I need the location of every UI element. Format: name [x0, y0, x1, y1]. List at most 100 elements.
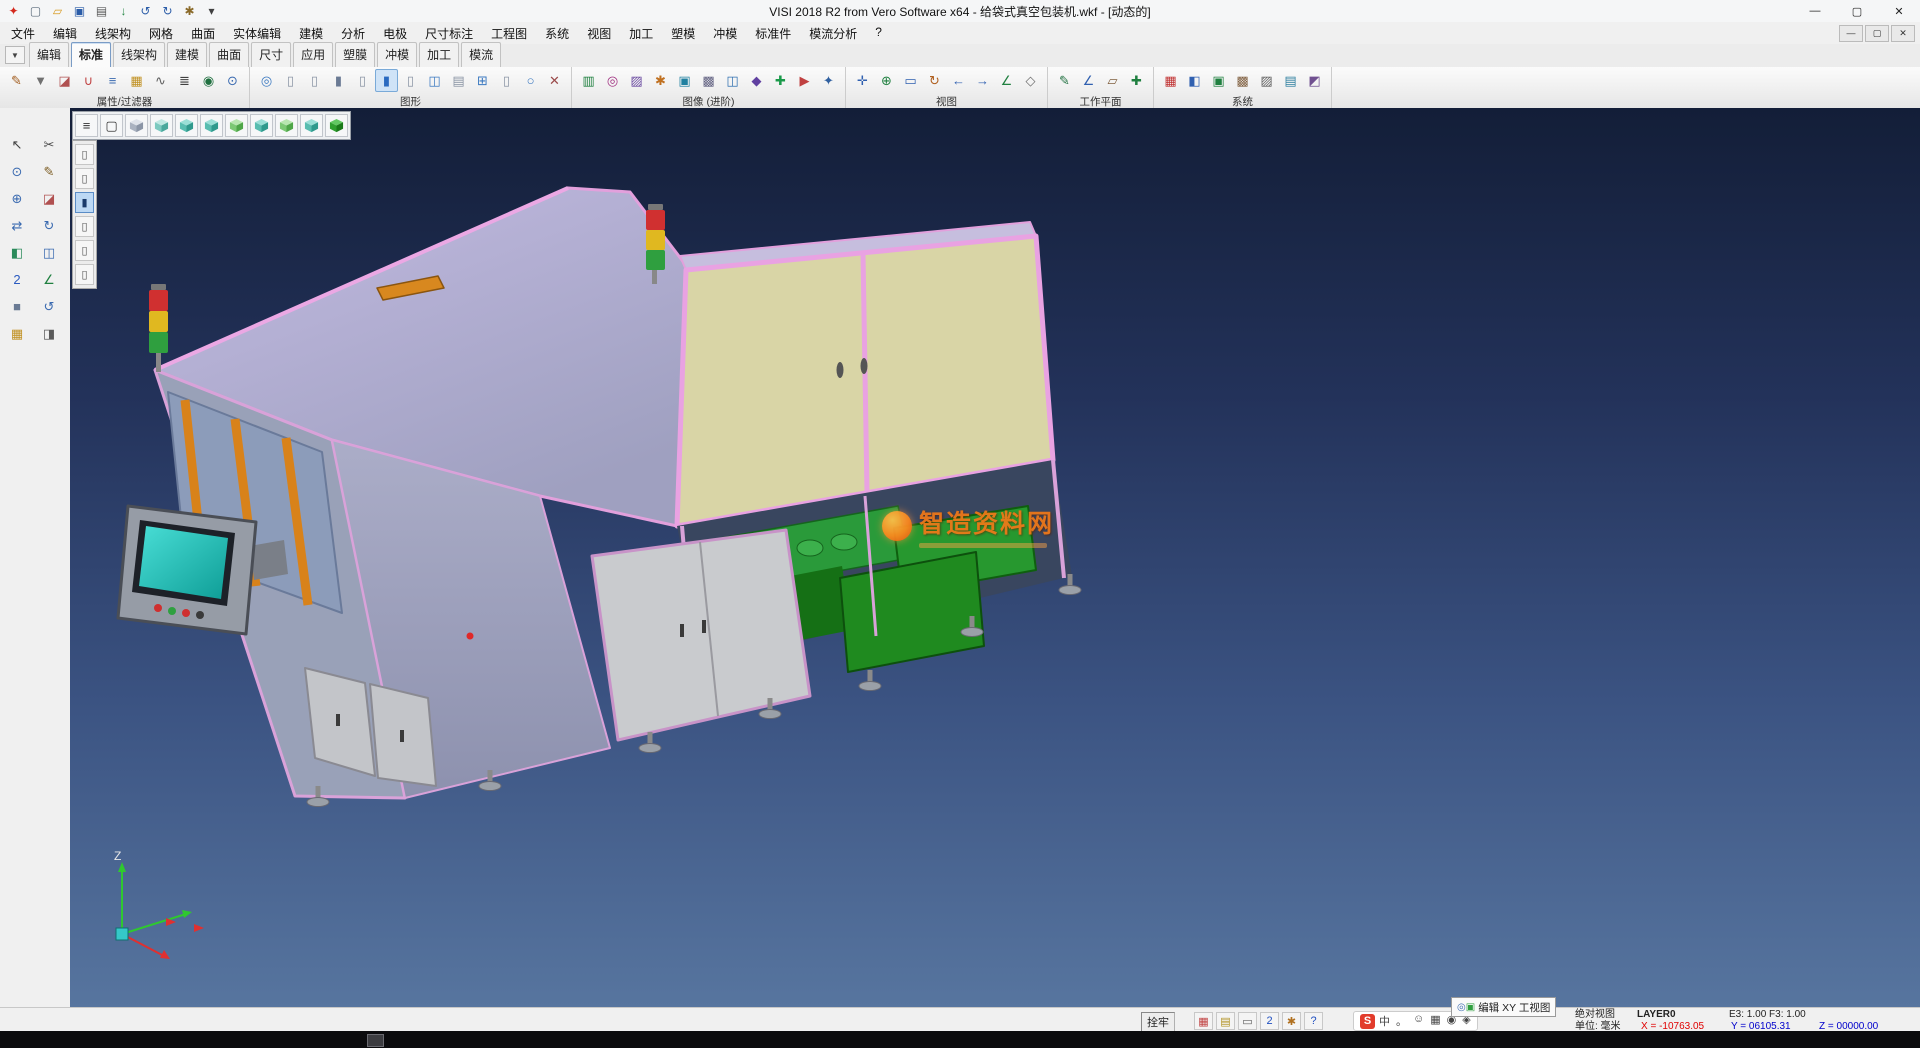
- close-button[interactable]: ✕: [1878, 0, 1920, 22]
- viewport-3d[interactable]: ≡▢ ▯▯▮▯▯▯ 智造资料网 Z: [70, 108, 1920, 1007]
- tab-塑膜[interactable]: 塑膜: [335, 42, 375, 67]
- shaded-display-icon[interactable]: ▮: [375, 69, 398, 92]
- display-mode-icon-1[interactable]: ▯: [279, 69, 302, 92]
- view-cube-iso-icon[interactable]: [150, 114, 173, 137]
- view-cube-shaded-icon[interactable]: [325, 114, 348, 137]
- menu-item-14[interactable]: 加工: [620, 22, 662, 45]
- two-point-icon[interactable]: 2: [5, 269, 29, 290]
- ime-logo[interactable]: S: [1360, 1014, 1375, 1029]
- material-icon[interactable]: ◆: [745, 69, 768, 92]
- background-icon[interactable]: ▣: [673, 69, 696, 92]
- view-cube-right-icon[interactable]: [250, 114, 273, 137]
- view-cube-bottom-icon[interactable]: [275, 114, 298, 137]
- menu-item-13[interactable]: 视图: [578, 22, 620, 45]
- tab-线架构[interactable]: 线架构: [113, 42, 165, 67]
- surface-patch-icon[interactable]: ◧: [5, 242, 29, 263]
- taskbar-item[interactable]: [367, 1034, 384, 1047]
- linetype-icon[interactable]: ∿: [149, 69, 172, 92]
- snap-lock-button[interactable]: 拴牢: [1141, 1012, 1175, 1032]
- sphere-display-icon[interactable]: ○: [519, 69, 542, 92]
- menu-item-12[interactable]: 系统: [536, 22, 578, 45]
- child-restore-button[interactable]: ▢: [1865, 25, 1889, 42]
- tab-模流[interactable]: 模流: [461, 42, 501, 67]
- rotate-icon[interactable]: ↻: [37, 215, 61, 236]
- translate-icon[interactable]: ⇄: [5, 215, 29, 236]
- system-hatch-icon[interactable]: ▩: [1231, 69, 1254, 92]
- add-image-icon[interactable]: ✚: [769, 69, 792, 92]
- more-commands-icon[interactable]: ▾: [201, 2, 222, 21]
- current-layer-label[interactable]: LAYER0: [1637, 1009, 1729, 1020]
- system-shade-icon[interactable]: ◩: [1303, 69, 1326, 92]
- menu-item-16[interactable]: 冲模: [704, 22, 746, 45]
- reflection-icon[interactable]: ◫: [721, 69, 744, 92]
- render-mode-icon[interactable]: ▥: [577, 69, 600, 92]
- menu-item-19[interactable]: ?: [866, 22, 891, 45]
- previous-view-icon[interactable]: ←: [947, 69, 970, 92]
- system-monitor-icon[interactable]: ▣: [1207, 69, 1230, 92]
- eraser-icon[interactable]: ◪: [37, 188, 61, 209]
- bounding-box-icon[interactable]: ⊞: [471, 69, 494, 92]
- ime-keyboard-icon[interactable]: ▦: [1430, 1013, 1440, 1029]
- view-cube-back-icon[interactable]: [200, 114, 223, 137]
- ime-emoji-icon[interactable]: ☺: [1413, 1013, 1424, 1029]
- angle-measure-icon[interactable]: ∠: [37, 269, 61, 290]
- print-icon[interactable]: ▤: [91, 2, 112, 21]
- tab-加工[interactable]: 加工: [419, 42, 459, 67]
- axis-origin-icon[interactable]: ⊕: [5, 188, 29, 209]
- display-mode-icon-4[interactable]: ▯: [351, 69, 374, 92]
- clear-display-icon[interactable]: ✕: [543, 69, 566, 92]
- view-cube-axono-icon[interactable]: [300, 114, 323, 137]
- undo-history-icon[interactable]: ↺: [37, 296, 61, 317]
- tab-应用[interactable]: 应用: [293, 42, 333, 67]
- view-options-icon[interactable]: ◇: [1019, 69, 1042, 92]
- view-mode-label[interactable]: 绝对视图: [1575, 1009, 1637, 1020]
- visibility-icon[interactable]: ◉: [197, 69, 220, 92]
- solid-block-icon[interactable]: ■: [5, 296, 29, 317]
- view-cube-front-icon[interactable]: [175, 114, 198, 137]
- child-minimize-button[interactable]: —: [1839, 25, 1863, 42]
- view-normal-icon[interactable]: ∠: [995, 69, 1018, 92]
- view-cube-left-icon[interactable]: [225, 114, 248, 137]
- view-cube-top-icon[interactable]: [125, 114, 148, 137]
- assist-icon[interactable]: ?: [1304, 1012, 1323, 1030]
- layer-filter-icon[interactable]: ≡: [101, 69, 124, 92]
- display-mode-icon-2[interactable]: ▯: [303, 69, 326, 92]
- display-mode-icon-3[interactable]: ▮: [327, 69, 350, 92]
- options-icon[interactable]: ✱: [179, 2, 200, 21]
- tab-建模[interactable]: 建模: [167, 42, 207, 67]
- display-mode-icon-6[interactable]: ▯: [495, 69, 518, 92]
- workplane-edit-icon[interactable]: ✎: [1053, 69, 1076, 92]
- new-document-icon[interactable]: ▢: [25, 2, 46, 21]
- lineweight-icon[interactable]: ≣: [173, 69, 196, 92]
- view-plane-icon[interactable]: ▢: [100, 114, 123, 137]
- view-list-icon[interactable]: ≡: [75, 114, 98, 137]
- refresh-graphics-icon[interactable]: ◎: [255, 69, 278, 92]
- fit-view-icon[interactable]: ▭: [899, 69, 922, 92]
- mirror-icon[interactable]: ◫: [37, 242, 61, 263]
- tab-曲面[interactable]: 曲面: [209, 42, 249, 67]
- animation-icon[interactable]: ▶: [793, 69, 816, 92]
- attribute-pen-icon[interactable]: ✎: [5, 69, 28, 92]
- ime-punctuation-icon[interactable]: 。: [1396, 1013, 1407, 1029]
- attribute-eraser-icon[interactable]: ◪: [53, 69, 76, 92]
- attribute-magnet-icon[interactable]: ∪: [77, 69, 100, 92]
- menu-item-15[interactable]: 塑模: [662, 22, 704, 45]
- clipboard-slot-icon-2[interactable]: ▯: [75, 168, 94, 189]
- workplane-icon[interactable]: ▱: [1101, 69, 1124, 92]
- clipboard-slot-icon-1[interactable]: ▯: [75, 144, 94, 165]
- child-close-button[interactable]: ✕: [1891, 25, 1915, 42]
- advanced-render-icon[interactable]: ✦: [817, 69, 840, 92]
- clipboard-slot-icon-3[interactable]: ▮: [75, 192, 94, 213]
- system-window-icon[interactable]: ◧: [1183, 69, 1206, 92]
- tab-尺寸[interactable]: 尺寸: [251, 42, 291, 67]
- ortho-grid-icon[interactable]: ▤: [1216, 1012, 1235, 1030]
- ime-mode-icon[interactable]: 中: [1379, 1013, 1390, 1029]
- select-icon[interactable]: ↖: [5, 134, 29, 155]
- system-table-icon[interactable]: ▤: [1279, 69, 1302, 92]
- display-mode-icon-5[interactable]: ▯: [399, 69, 422, 92]
- clipboard-slot-icon-6[interactable]: ▯: [75, 264, 94, 285]
- minimize-button[interactable]: —: [1794, 0, 1836, 22]
- lighting-icon[interactable]: ✱: [649, 69, 672, 92]
- next-view-icon[interactable]: →: [971, 69, 994, 92]
- tab-overflow-button[interactable]: ▼: [5, 46, 25, 64]
